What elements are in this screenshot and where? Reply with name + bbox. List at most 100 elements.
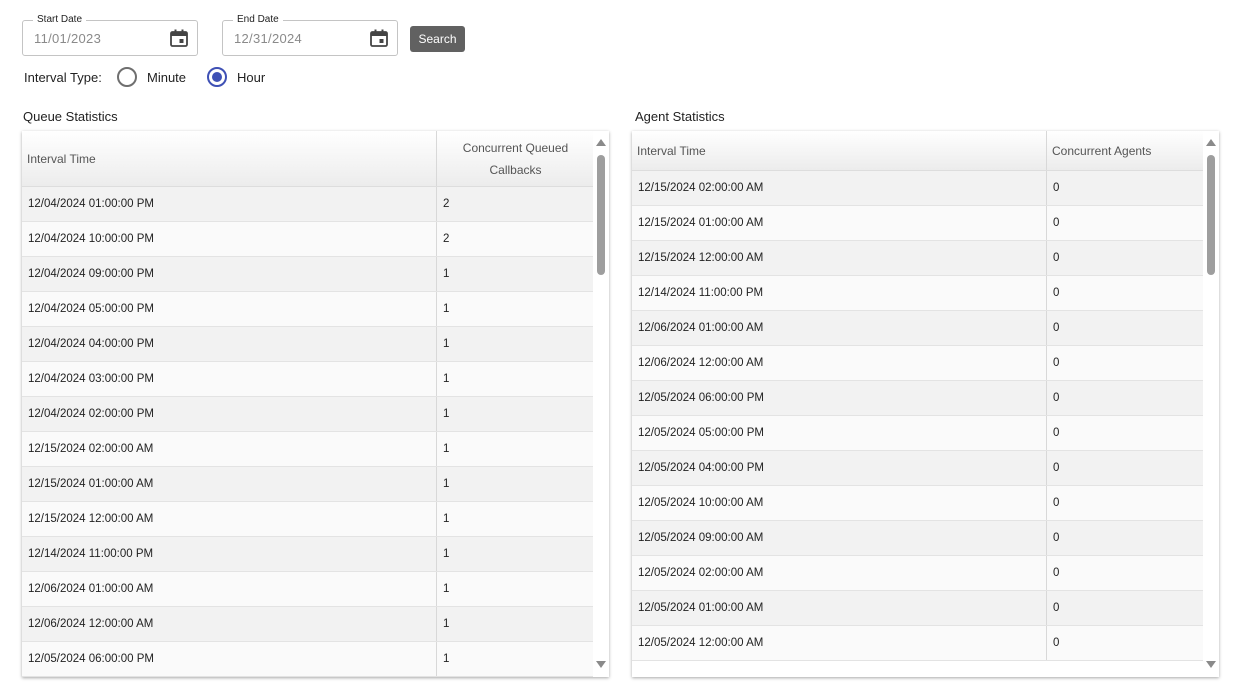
queued-callbacks-cell: 1: [436, 327, 594, 361]
interval-time-cell: 12/15/2024 02:00:00 AM: [638, 182, 764, 194]
agent-statistics-title: Agent Statistics: [635, 109, 725, 124]
start-date-field[interactable]: Start Date 11/01/2023: [22, 14, 198, 56]
table-row[interactable]: 12/15/2024 12:00:00 AM 0: [632, 241, 1204, 276]
table-row[interactable]: 12/05/2024 01:00:00 AM 0: [632, 591, 1204, 626]
table-row[interactable]: 12/04/2024 09:00:00 PM 1: [22, 257, 594, 292]
table-row[interactable]: 12/15/2024 01:00:00 AM 1: [22, 467, 594, 502]
interval-time-cell: 12/06/2024 12:00:00 AM: [638, 357, 764, 369]
column-header-interval-time[interactable]: Interval Time: [22, 131, 436, 186]
interval-time-cell: 12/15/2024 12:00:00 AM: [638, 252, 764, 264]
scroll-up-arrow-icon[interactable]: [596, 139, 606, 146]
concurrent-agents-cell: 0: [1046, 486, 1204, 520]
column-header-label: Concurrent Queued Callbacks: [462, 140, 569, 177]
table-row[interactable]: 12/05/2024 02:00:00 AM 0: [632, 556, 1204, 591]
end-date-field[interactable]: End Date 12/31/2024: [222, 14, 398, 56]
queued-callbacks-cell: 1: [436, 362, 594, 396]
interval-time-cell: 12/04/2024 10:00:00 PM: [28, 233, 154, 245]
queued-callbacks-cell: 1: [436, 432, 594, 466]
table-row[interactable]: 12/14/2024 11:00:00 PM 0: [632, 276, 1204, 311]
queue-statistics-title: Queue Statistics: [23, 109, 118, 124]
interval-time-cell: 12/05/2024 09:00:00 AM: [638, 532, 764, 544]
scroll-down-arrow-icon[interactable]: [596, 661, 606, 668]
table-row[interactable]: 12/04/2024 10:00:00 PM 2: [22, 222, 594, 257]
table-row[interactable]: 12/04/2024 04:00:00 PM 1: [22, 327, 594, 362]
table-row[interactable]: 12/05/2024 12:00:00 AM 0: [632, 626, 1204, 661]
table-row[interactable]: 12/15/2024 01:00:00 AM 0: [632, 206, 1204, 241]
minute-radio[interactable]: [117, 67, 137, 87]
queued-callbacks-cell: 2: [436, 187, 594, 221]
table-row[interactable]: 12/06/2024 12:00:00 AM 0: [632, 346, 1204, 381]
queued-callbacks-cell: 1: [436, 572, 594, 606]
table-row[interactable]: 12/15/2024 02:00:00 AM 0: [632, 171, 1204, 206]
interval-time-cell: 12/14/2024 11:00:00 PM: [28, 548, 154, 560]
table-row[interactable]: 12/05/2024 09:00:00 AM 0: [632, 521, 1204, 556]
concurrent-agents-cell: 0: [1046, 416, 1204, 450]
interval-time-cell: 12/04/2024 05:00:00 PM: [28, 303, 154, 315]
table-row[interactable]: 12/04/2024 05:00:00 PM 1: [22, 292, 594, 327]
table-row[interactable]: 12/15/2024 02:00:00 AM 1: [22, 432, 594, 467]
table-row[interactable]: 12/05/2024 10:00:00 AM 0: [632, 486, 1204, 521]
table-row[interactable]: 12/04/2024 03:00:00 PM 1: [22, 362, 594, 397]
start-date-value[interactable]: 11/01/2023: [34, 31, 101, 46]
table-row[interactable]: 12/06/2024 01:00:00 AM 1: [22, 572, 594, 607]
table-row[interactable]: 12/04/2024 01:00:00 PM 2: [22, 187, 594, 222]
table-row[interactable]: 12/05/2024 04:00:00 PM 0: [632, 451, 1204, 486]
interval-time-cell: 12/04/2024 09:00:00 PM: [28, 268, 154, 280]
interval-time-cell: 12/05/2024 12:00:00 AM: [638, 637, 764, 649]
interval-time-cell: 12/05/2024 04:00:00 PM: [638, 462, 764, 474]
concurrent-agents-cell: 0: [1046, 171, 1204, 205]
table-row[interactable]: 12/06/2024 12:00:00 AM 1: [22, 607, 594, 642]
interval-time-cell: 12/04/2024 01:00:00 PM: [28, 198, 154, 210]
start-date-label: Start Date: [33, 14, 87, 26]
concurrent-agents-cell: 0: [1046, 451, 1204, 485]
interval-time-cell: 12/06/2024 12:00:00 AM: [28, 618, 154, 630]
radio-selected-dot: [212, 72, 222, 82]
queued-callbacks-cell: 1: [436, 257, 594, 291]
end-date-label: End Date: [233, 14, 283, 26]
calendar-icon[interactable]: [369, 28, 389, 48]
interval-time-cell: 12/05/2024 02:00:00 AM: [638, 567, 764, 579]
interval-time-cell: 12/05/2024 06:00:00 PM: [638, 392, 764, 404]
concurrent-agents-cell: 0: [1046, 276, 1204, 310]
concurrent-agents-cell: 0: [1046, 206, 1204, 240]
table-row[interactable]: 12/14/2024 11:00:00 PM 1: [22, 537, 594, 572]
queued-callbacks-cell: 1: [436, 537, 594, 571]
end-date-value[interactable]: 12/31/2024: [234, 31, 302, 46]
interval-time-cell: 12/04/2024 03:00:00 PM: [28, 373, 154, 385]
table-row[interactable]: 12/05/2024 06:00:00 PM 0: [632, 381, 1204, 416]
hour-radio-label[interactable]: Hour: [237, 70, 265, 85]
interval-type-label: Interval Type:: [24, 70, 102, 85]
interval-time-cell: 12/05/2024 10:00:00 AM: [638, 497, 764, 509]
queue-table-scrollbar[interactable]: [593, 131, 609, 677]
table-row[interactable]: 12/04/2024 02:00:00 PM 1: [22, 397, 594, 432]
minute-radio-label[interactable]: Minute: [147, 70, 186, 85]
interval-time-cell: 12/05/2024 06:00:00 PM: [28, 653, 154, 665]
scrollbar-thumb[interactable]: [597, 155, 605, 275]
table-row[interactable]: 12/05/2024 05:00:00 PM 0: [632, 416, 1204, 451]
agent-table-scrollbar[interactable]: [1203, 131, 1219, 677]
column-header-label: Interval Time: [637, 143, 706, 158]
scroll-up-arrow-icon[interactable]: [1206, 139, 1216, 146]
concurrent-agents-cell: 0: [1046, 626, 1204, 660]
column-header-interval-time[interactable]: Interval Time: [632, 131, 1046, 170]
concurrent-agents-cell: 0: [1046, 346, 1204, 380]
calendar-icon[interactable]: [169, 28, 189, 48]
hour-radio[interactable]: [207, 67, 227, 87]
column-header-label: Concurrent Agents: [1052, 143, 1152, 158]
table-row[interactable]: 12/06/2024 01:00:00 AM 0: [632, 311, 1204, 346]
queued-callbacks-cell: 1: [436, 292, 594, 326]
interval-time-cell: 12/05/2024 05:00:00 PM: [638, 427, 764, 439]
column-header-concurrent-agents[interactable]: Concurrent Agents: [1046, 131, 1204, 170]
queue-statistics-table: Interval Time Concurrent Queued Callback…: [22, 131, 609, 677]
queued-callbacks-cell: 2: [436, 222, 594, 256]
search-button[interactable]: Search: [410, 26, 465, 52]
column-header-label: Interval Time: [27, 151, 96, 166]
column-header-concurrent-queued-callbacks[interactable]: Concurrent Queued Callbacks: [436, 131, 594, 186]
concurrent-agents-cell: 0: [1046, 381, 1204, 415]
concurrent-agents-cell: 0: [1046, 556, 1204, 590]
queued-callbacks-cell: 1: [436, 397, 594, 431]
table-row[interactable]: 12/05/2024 06:00:00 PM 1: [22, 642, 594, 677]
table-row[interactable]: 12/15/2024 12:00:00 AM 1: [22, 502, 594, 537]
scroll-down-arrow-icon[interactable]: [1206, 661, 1216, 668]
scrollbar-thumb[interactable]: [1207, 155, 1215, 275]
